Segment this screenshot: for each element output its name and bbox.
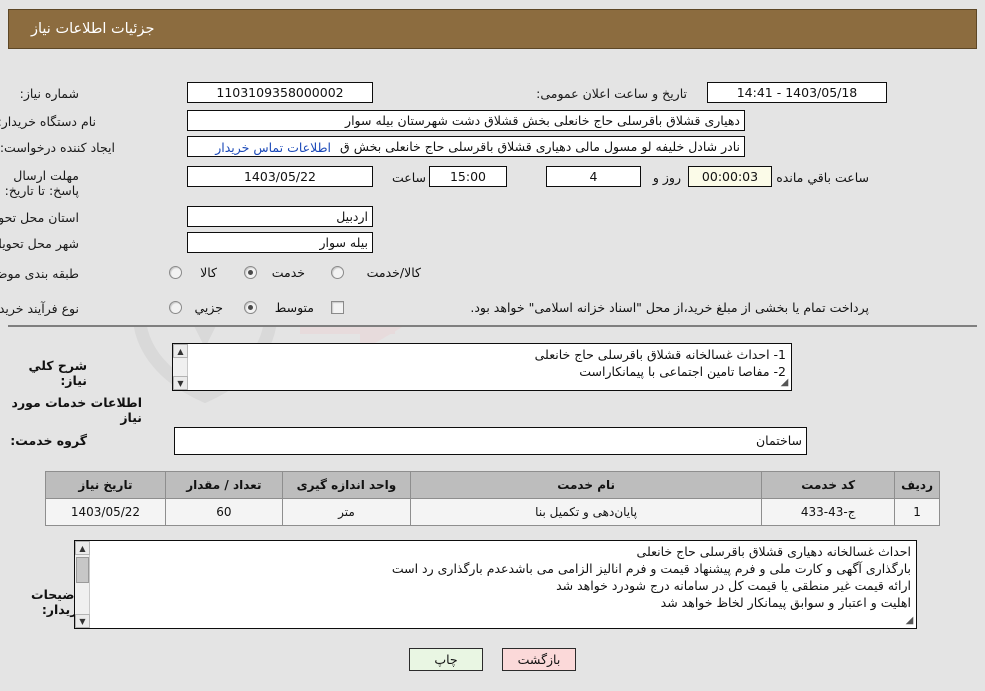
- cell-need-date: 1403/05/22: [45, 498, 166, 526]
- days-unit-label: روز و: [652, 170, 681, 185]
- page-header-bar: جزئیات اطلاعات نیاز: [8, 9, 977, 49]
- general-desc-scrollbar[interactable]: ▲ ▼: [173, 344, 188, 390]
- radio-category-kala-khedmat-label: کالا/خدمت: [366, 265, 421, 280]
- days-left-value: 4: [546, 166, 641, 187]
- radio-process-motavaset-label: متوسط: [274, 300, 314, 315]
- services-section-heading: اطلاعات خدمات مورد نیاز: [11, 395, 142, 425]
- process-label: نوع فرآیند خرید :: [0, 301, 79, 316]
- public-announce-value: 1403/05/18 - 14:41: [707, 82, 887, 103]
- col-need-date: تاریخ نیاز: [45, 471, 166, 499]
- public-announce-label: تاریخ و ساعت اعلان عمومی:: [536, 86, 687, 101]
- deadline-time-value: 15:00: [429, 166, 507, 187]
- city-value: بیله سوار: [187, 232, 373, 253]
- radio-process-motavaset[interactable]: [244, 301, 257, 314]
- buyer-org-value: دهیاری قشلاق باقرسلی حاج خانعلی بخش قشلا…: [187, 110, 745, 131]
- buyer-notes-textarea[interactable]: احداث غسالخانه دهیاری قشلاق باقرسلی حاج …: [74, 540, 917, 629]
- services-table: ردیف کد خدمت نام خدمت واحد اندازه گیری ت…: [45, 471, 940, 526]
- buyer-notes-scrollbar[interactable]: ▲ ▼: [75, 541, 90, 628]
- city-label: شهر محل تحویل:: [0, 236, 79, 251]
- cell-quantity: 60: [164, 498, 283, 526]
- province-value: اردبیل: [187, 206, 373, 227]
- category-label: طبقه بندی موضوعی:: [0, 266, 79, 281]
- countdown-timer: 00:00:03: [688, 166, 772, 187]
- col-service-name: نام خدمت: [410, 471, 763, 499]
- radio-category-kala-khedmat[interactable]: [331, 266, 344, 279]
- buyer-contact-link[interactable]: اطلاعات تماس خریدار: [215, 140, 331, 155]
- deadline-date-value: 1403/05/22: [187, 166, 373, 187]
- buyer-org-label: نام دستگاه خریدار:: [0, 114, 96, 129]
- resize-grip-icon[interactable]: ◢: [903, 615, 916, 628]
- radio-category-kala-label: کالا: [200, 265, 217, 280]
- general-desc-text: 1- احداث غسالخانه قشلاق باقرسلی حاج خانع…: [534, 347, 786, 379]
- page-title: جزئیات اطلاعات نیاز: [31, 21, 155, 37]
- requester-label: ایجاد کننده درخواست:: [0, 140, 115, 155]
- scroll-down-icon[interactable]: ▼: [173, 376, 188, 390]
- need-info-panel: شماره نیاز: 1103109358000002 تاریخ و ساع…: [0, 52, 977, 327]
- table-row: 1 ج-43-433 پایان‌دهی و تکمیل بنا متر 60 …: [45, 498, 940, 526]
- cell-service-code: ج-43-433: [761, 498, 896, 526]
- radio-process-jozee[interactable]: [169, 301, 182, 314]
- scroll-up-icon[interactable]: ▲: [173, 344, 188, 358]
- buyer-notes-text: احداث غسالخانه دهیاری قشلاق باقرسلی حاج …: [391, 544, 911, 610]
- need-number-label: شماره نیاز:: [19, 86, 79, 101]
- checkbox-islamic-treasury-bonds[interactable]: [331, 301, 344, 314]
- cell-row-no: 1: [894, 498, 940, 526]
- col-service-code: کد خدمت: [761, 471, 896, 499]
- col-unit: واحد اندازه گیری: [281, 471, 412, 499]
- deadline-label: مهلت ارسال پاسخ: تا تاریخ:: [4, 168, 79, 198]
- countdown-suffix-label: ساعت باقي مانده: [776, 170, 869, 185]
- cell-service-name: پایان‌دهی و تکمیل بنا: [410, 498, 763, 526]
- need-number-value: 1103109358000002: [187, 82, 373, 103]
- province-label: استان محل تحویل:: [0, 210, 79, 225]
- service-group-label: گروه خدمت:: [10, 433, 87, 448]
- footer-button-row: بازگشت چاپ: [0, 648, 985, 671]
- cell-unit: متر: [281, 498, 412, 526]
- general-desc-textarea[interactable]: 1- احداث غسالخانه قشلاق باقرسلی حاج خانع…: [172, 343, 792, 391]
- col-row-no: ردیف: [894, 471, 940, 499]
- table-header-row: ردیف کد خدمت نام خدمت واحد اندازه گیری ت…: [45, 471, 940, 499]
- col-quantity: تعداد / مقدار: [164, 471, 283, 499]
- scroll-down-icon[interactable]: ▼: [75, 614, 90, 628]
- deadline-time-label: ساعت: [391, 170, 426, 185]
- radio-category-khedmat-label: خدمت: [271, 265, 305, 280]
- lower-section: شرح کلي نیاز: 1- احداث غسالخانه قشلاق با…: [0, 329, 985, 691]
- resize-grip-icon[interactable]: ◢: [778, 377, 791, 390]
- radio-category-khedmat[interactable]: [244, 266, 257, 279]
- service-group-value: ساختمان: [174, 427, 807, 455]
- print-button[interactable]: چاپ: [409, 648, 483, 671]
- scrollbar-thumb[interactable]: [76, 557, 89, 583]
- back-button[interactable]: بازگشت: [502, 648, 576, 671]
- radio-category-kala[interactable]: [169, 266, 182, 279]
- islamic-treasury-bonds-label: پرداخت تمام یا بخشی از مبلغ خرید،از محل …: [470, 300, 869, 315]
- radio-process-jozee-label: جزیي: [194, 300, 223, 315]
- page-root: AriaTender.net جزئیات اطلاعات نیاز شماره…: [0, 0, 985, 691]
- general-desc-label: شرح کلي نیاز:: [28, 358, 87, 388]
- scroll-up-icon[interactable]: ▲: [75, 541, 90, 555]
